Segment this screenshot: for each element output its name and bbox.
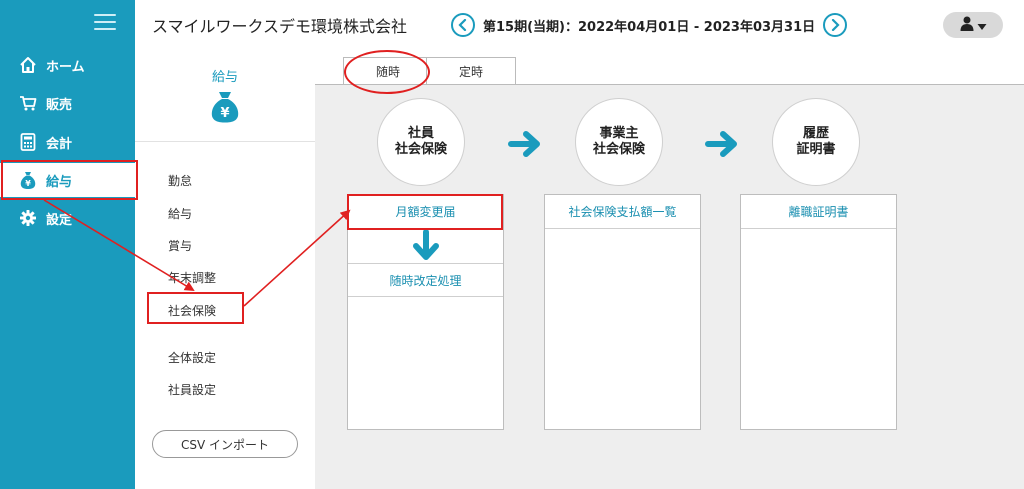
subnav-item-attendance[interactable]: 勤怠: [168, 172, 192, 189]
arrow-right-icon: [705, 130, 739, 158]
subnav-item-salary[interactable]: 給与: [168, 205, 192, 222]
payroll-subnav: 給与 ¥ 勤怠 給与 賞与 年末調整 社会保険 全体設定 社員設定 CSV イン…: [135, 52, 315, 489]
nav-item-label: ホーム: [46, 59, 85, 75]
home-icon: [18, 55, 38, 75]
divider: [135, 141, 315, 142]
main-nav: ホーム 販売 会計 ¥ 給与 設定: [0, 0, 135, 489]
annotation-box-social-insurance: [147, 292, 244, 324]
caret-down-icon: [977, 16, 987, 35]
step-label-line1: 履歴: [802, 126, 829, 141]
annotation-ellipse-ad-hoc-tab: [344, 50, 430, 94]
csv-import-button[interactable]: CSV インポート: [152, 430, 298, 458]
arrow-right-icon: [508, 130, 542, 158]
gear-icon: [18, 208, 38, 228]
arrow-down-icon: [411, 229, 441, 263]
user-menu-button[interactable]: [943, 12, 1003, 38]
calculator-icon: [18, 132, 38, 152]
step-employee-social-insurance: 社員 社会保険: [377, 98, 465, 186]
step-label-line2: 社会保険: [592, 142, 645, 157]
nav-item-label: 設定: [46, 212, 73, 228]
company-name: スマイルワークスデモ環境株式会社: [152, 17, 408, 36]
nav-item-sales[interactable]: 販売: [0, 86, 135, 120]
prev-period-button[interactable]: [451, 13, 475, 37]
step-history-certificate: 履歴 証明書: [772, 98, 860, 186]
subnav-item-global-settings[interactable]: 全体設定: [168, 349, 216, 366]
nav-item-accounting[interactable]: 会計: [0, 125, 135, 159]
nav-item-label: 販売: [46, 97, 73, 113]
svg-text:¥: ¥: [220, 106, 229, 121]
period-label: 第15期(当期)：2022年04月01日 - 2023年03月31日: [483, 19, 816, 35]
annotation-box-payroll-nav: [1, 160, 138, 200]
subnav-item-year-end-adjustment[interactable]: 年末調整: [168, 269, 216, 286]
step-label-line2: 証明書: [796, 142, 836, 157]
user-icon: [959, 15, 975, 35]
tab-regular[interactable]: 定時: [426, 57, 516, 85]
next-period-button[interactable]: [823, 13, 848, 37]
hamburger-menu-icon[interactable]: [94, 14, 116, 30]
annotation-box-monthly-change: [347, 194, 503, 230]
step-label-line1: 事業主: [599, 126, 639, 141]
step-employer-social-insurance: 事業主 社会保険: [575, 98, 663, 186]
period-selector: 第15期(当期)：2022年04月01日 - 2023年03月31日: [451, 12, 848, 38]
nav-item-label: 会計: [46, 136, 73, 152]
social-insurance-payment-list-link[interactable]: 社会保険支払額一覧: [545, 195, 700, 229]
cart-icon: [18, 93, 38, 113]
chevron-right-icon: [830, 16, 840, 35]
nav-item-settings[interactable]: 設定: [0, 201, 135, 235]
money-bag-icon: ¥: [208, 90, 242, 124]
separation-certificate-link[interactable]: 離職証明書: [741, 195, 896, 229]
nav-item-home[interactable]: ホーム: [0, 48, 135, 82]
subnav-item-bonus[interactable]: 賞与: [168, 237, 192, 254]
ad-hoc-revision-processing-link[interactable]: 随時改定処理: [348, 263, 503, 297]
subnav-item-employee-settings[interactable]: 社員設定: [168, 381, 216, 398]
chevron-left-icon: [458, 16, 468, 35]
panel-history-certificate: 離職証明書: [740, 194, 897, 430]
panel-employer-social-insurance: 社会保険支払額一覧: [544, 194, 701, 430]
subnav-title: 給与: [211, 70, 238, 85]
step-label-line2: 社会保険: [394, 142, 447, 157]
step-label-line1: 社員: [407, 126, 434, 141]
